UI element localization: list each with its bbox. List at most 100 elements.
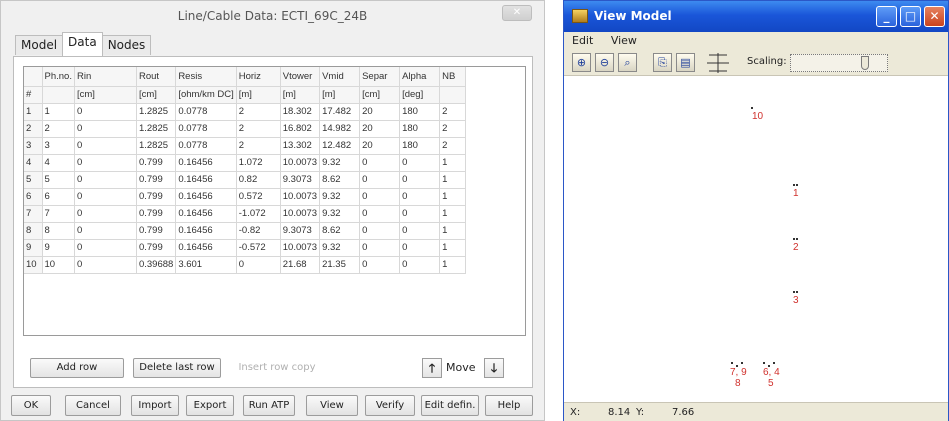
table-cell[interactable]: 0.82	[236, 171, 281, 189]
table-cell[interactable]: 10	[42, 256, 75, 274]
table-row[interactable]: 2 2 0 1.2825 0.0778 2 16.802 14.982 20 180 2	[24, 120, 467, 138]
table-cell[interactable]: 4	[42, 154, 75, 172]
grid-icon[interactable]	[707, 53, 729, 73]
table-cell[interactable]: 1	[439, 222, 467, 240]
table-cell[interactable]: 0.16456	[175, 154, 237, 172]
table-cell[interactable]: 9.32	[319, 188, 361, 206]
table-cell[interactable]: 1.2825	[136, 120, 177, 138]
table-cell[interactable]: 2	[439, 103, 467, 121]
table-cell[interactable]: 2	[236, 137, 281, 155]
paste-icon[interactable]: ▤	[676, 53, 695, 72]
table-cell[interactable]: 0.16456	[175, 171, 237, 189]
table-cell[interactable]: 0.799	[136, 154, 177, 172]
table-cell[interactable]: 2	[439, 120, 467, 138]
table-cell[interactable]: 0	[74, 256, 137, 274]
table-cell[interactable]: 10.0073	[280, 239, 321, 257]
table-cell[interactable]: 0.799	[136, 188, 177, 206]
table-cell[interactable]: 3	[42, 137, 75, 155]
table-cell[interactable]: 1	[439, 171, 467, 189]
table-row[interactable]: 10 10 0 0.39688 3.601 0 21.68 21.35 0 0 1	[24, 256, 467, 274]
table-cell[interactable]: 9.32	[319, 154, 361, 172]
table-cell[interactable]: 20	[359, 137, 401, 155]
table-cell[interactable]: 9.3073	[280, 171, 321, 189]
verify-button[interactable]: Verify	[365, 395, 415, 416]
edit-defin-button[interactable]: Edit defin.	[421, 395, 479, 416]
table-cell[interactable]: 0	[359, 205, 401, 223]
table-cell[interactable]: 9.32	[319, 239, 361, 257]
table-row[interactable]: 4 4 0 0.799 0.16456 1.072 10.0073 9.32 0 0 1	[24, 154, 467, 172]
table-cell[interactable]: 8	[42, 222, 75, 240]
table-cell[interactable]: 21.35	[319, 256, 361, 274]
table-cell[interactable]: 0	[399, 205, 441, 223]
table-row[interactable]: 7 7 0 0.799 0.16456 -1.072 10.0073 9.32 0 0 1	[24, 205, 467, 223]
table-cell[interactable]: 0	[399, 154, 441, 172]
run-atp-button[interactable]: Run ATP	[243, 395, 295, 416]
help-button[interactable]: Help	[485, 395, 533, 416]
insert-row-copy-button[interactable]: Insert row copy	[232, 358, 322, 378]
table-cell[interactable]: 20	[359, 120, 401, 138]
table-cell[interactable]: 10.0073	[280, 154, 321, 172]
table-cell[interactable]: 0	[359, 239, 401, 257]
table-cell[interactable]: 0.16456	[175, 205, 237, 223]
table-cell[interactable]: 0.572	[236, 188, 281, 206]
table-cell[interactable]: 0.799	[136, 222, 177, 240]
export-button[interactable]: Export	[186, 395, 234, 416]
table-cell[interactable]: 18.302	[280, 103, 321, 121]
table-cell[interactable]: 0	[359, 171, 401, 189]
zoom-in-icon[interactable]: ⊕	[572, 53, 591, 72]
table-cell[interactable]: 0	[74, 137, 137, 155]
add-row-button[interactable]: Add row	[30, 358, 124, 378]
table-cell[interactable]: 21.68	[280, 256, 321, 274]
zoom-fit-icon[interactable]: ⌕	[618, 53, 637, 72]
table-cell[interactable]: 0.0778	[175, 137, 237, 155]
table-cell[interactable]: 2	[236, 120, 281, 138]
table-cell[interactable]: 20	[359, 103, 401, 121]
table-cell[interactable]: 0	[399, 256, 441, 274]
import-button[interactable]: Import	[131, 395, 179, 416]
minimize-button[interactable]: _	[876, 6, 897, 27]
table-cell[interactable]: 0	[74, 205, 137, 223]
table-cell[interactable]: 0	[74, 171, 137, 189]
table-cell[interactable]: 0	[399, 239, 441, 257]
table-cell[interactable]: 9	[42, 239, 75, 257]
table-cell[interactable]: 13.302	[280, 137, 321, 155]
window-titlebar[interactable]: View Model _ □ ✕	[564, 1, 948, 32]
table-cell[interactable]: 0.0778	[175, 103, 237, 121]
table-cell[interactable]: 0.799	[136, 205, 177, 223]
table-cell[interactable]: -0.82	[236, 222, 281, 240]
table-cell[interactable]: 6	[42, 188, 75, 206]
table-cell[interactable]: 0.799	[136, 171, 177, 189]
table-cell[interactable]: 9.3073	[280, 222, 321, 240]
table-cell[interactable]: 0	[74, 103, 137, 121]
table-cell[interactable]: 0.0778	[175, 120, 237, 138]
table-cell[interactable]: 180	[399, 120, 441, 138]
table-cell[interactable]: 0	[236, 256, 281, 274]
zoom-out-icon[interactable]: ⊖	[595, 53, 614, 72]
close-button[interactable]: ✕	[924, 6, 945, 27]
table-cell[interactable]: 2	[439, 137, 467, 155]
table-cell[interactable]: 0.799	[136, 239, 177, 257]
copy-icon[interactable]: ⎘	[653, 53, 672, 72]
table-cell[interactable]: 3.601	[175, 256, 237, 274]
table-cell[interactable]: 0.16456	[175, 239, 237, 257]
menu-edit[interactable]: Edit	[572, 34, 593, 47]
tab-model[interactable]: Model	[15, 35, 64, 55]
table-cell[interactable]: 0	[399, 222, 441, 240]
table-cell[interactable]: 1	[439, 239, 467, 257]
ok-button[interactable]: OK	[11, 395, 51, 416]
table-row[interactable]: 6 6 0 0.799 0.16456 0.572 10.0073 9.32 0 0 1	[24, 188, 467, 206]
table-cell[interactable]: 0	[74, 154, 137, 172]
table-cell[interactable]: 0	[359, 188, 401, 206]
delete-last-row-button[interactable]: Delete last row	[133, 358, 221, 378]
table-cell[interactable]: 0	[74, 120, 137, 138]
table-row[interactable]: 1 1 0 1.2825 0.0778 2 18.302 17.482 20 180 2	[24, 103, 467, 121]
table-cell[interactable]: 1	[439, 205, 467, 223]
table-cell[interactable]: 0	[74, 222, 137, 240]
table-cell[interactable]: 0	[359, 154, 401, 172]
table-cell[interactable]: 7	[42, 205, 75, 223]
table-cell[interactable]: 16.802	[280, 120, 321, 138]
table-cell[interactable]: 10.0073	[280, 205, 321, 223]
table-cell[interactable]: 1	[439, 154, 467, 172]
table-cell[interactable]: 1.2825	[136, 137, 177, 155]
data-grid[interactable]: Ph.no. Rin Rout Resis Horiz Vtower Vmid …	[23, 66, 526, 336]
